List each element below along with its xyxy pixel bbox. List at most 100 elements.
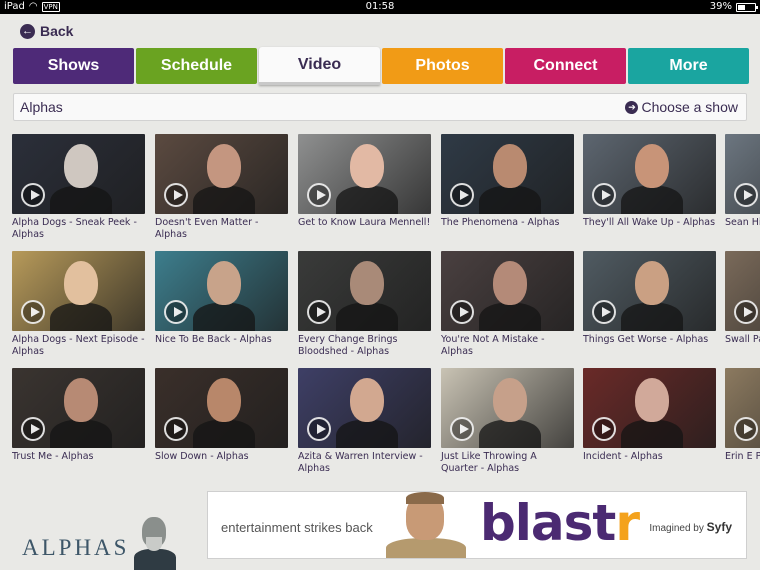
video-thumbnail [725, 368, 760, 448]
show-title: Alphas [20, 99, 63, 115]
video-item[interactable]: Incident - Alphas [583, 368, 716, 463]
video-thumbnail [441, 251, 574, 331]
video-thumbnail [583, 251, 716, 331]
play-icon[interactable] [734, 300, 758, 324]
play-icon[interactable] [592, 417, 616, 441]
video-title: Trust Me - Alphas [12, 451, 94, 462]
video-item[interactable]: Nice To Be Back - Alphas [155, 251, 288, 346]
tab-schedule[interactable]: Schedule [136, 48, 257, 84]
ad-brand-right: r [615, 494, 640, 552]
video-item[interactable]: Erin E Panel [725, 368, 760, 463]
video-title: They'll All Wake Up - Alphas [583, 217, 716, 228]
video-title: Azita & Warren Interview - Alphas [298, 451, 423, 474]
video-title: Slow Down - Alphas [155, 451, 249, 462]
play-icon[interactable] [21, 300, 45, 324]
video-thumbnail [298, 368, 431, 448]
play-icon[interactable] [734, 417, 758, 441]
play-icon[interactable] [21, 183, 45, 207]
video-title: Just Like Throwing A Quarter - Alphas [441, 451, 537, 474]
video-thumbnail [12, 134, 145, 214]
video-title: The Phenomena - Alphas [441, 217, 560, 228]
video-item[interactable]: You're Not A Mistake - Alphas [441, 251, 574, 358]
ad-banner[interactable]: entertainment strikes back blastr Imagin… [207, 491, 747, 559]
video-item[interactable]: They'll All Wake Up - Alphas [583, 134, 716, 229]
section-tabs: Shows Schedule Video Photos Connect More [13, 47, 751, 85]
video-title: Incident - Alphas [583, 451, 663, 462]
video-title: You're Not A Mistake - Alphas [441, 334, 545, 357]
play-icon[interactable] [307, 417, 331, 441]
video-title: Alpha Dogs - Sneak Peek - Alphas [12, 217, 137, 240]
play-icon[interactable] [21, 417, 45, 441]
video-title: Erin E Panel [725, 451, 760, 462]
video-title: Nice To Be Back - Alphas [155, 334, 272, 345]
video-thumbnail [583, 134, 716, 214]
battery-icon [736, 2, 758, 12]
ad-network: Syfy [706, 520, 732, 534]
video-title: Doesn't Even Matter - Alphas [155, 217, 259, 240]
show-logo-area: ALPHAS [0, 505, 200, 570]
video-item[interactable]: Trust Me - Alphas [12, 368, 145, 463]
play-icon[interactable] [164, 417, 188, 441]
ad-imagined-by: Imagined by Syfy [649, 520, 732, 534]
play-icon[interactable] [450, 300, 474, 324]
video-thumbnail [12, 251, 145, 331]
video-item[interactable]: Get to Know Laura Mennell! [298, 134, 431, 229]
video-item[interactable]: Just Like Throwing A Quarter - Alphas [441, 368, 574, 475]
video-thumbnail [298, 251, 431, 331]
play-icon[interactable] [592, 183, 616, 207]
play-icon[interactable] [450, 417, 474, 441]
tab-shows[interactable]: Shows [13, 48, 134, 84]
video-title: Get to Know Laura Mennell! [298, 217, 431, 228]
video-thumbnail [155, 251, 288, 331]
ad-tagline: entertainment strikes back [221, 520, 373, 535]
play-icon[interactable] [164, 183, 188, 207]
status-right: 39% [709, 0, 758, 14]
tab-more[interactable]: More [628, 48, 749, 84]
video-item[interactable]: Alpha Dogs - Sneak Peek - Alphas [12, 134, 145, 241]
tab-connect[interactable]: Connect [505, 48, 626, 84]
video-item[interactable]: Azita & Warren Interview - Alphas [298, 368, 431, 475]
video-item[interactable]: Every Change Brings Bloodshed - Alphas [298, 251, 431, 358]
video-thumbnail [155, 134, 288, 214]
play-icon[interactable] [734, 183, 758, 207]
video-thumbnail [12, 368, 145, 448]
video-grid: Alpha Dogs - Sneak Peek - Alphas Doesn't … [12, 134, 760, 479]
tab-video[interactable]: Video [259, 47, 380, 85]
play-icon[interactable] [450, 183, 474, 207]
ad-imagined-label: Imagined by [649, 523, 704, 534]
tab-photos[interactable]: Photos [382, 48, 503, 84]
video-title: Things Get Worse - Alphas [583, 334, 709, 345]
back-label: Back [40, 23, 74, 39]
play-icon[interactable] [592, 300, 616, 324]
ad-brand-logo: blastr [480, 494, 640, 552]
ad-image [386, 492, 466, 558]
video-title: Alpha Dogs - Next Episode - Alphas [12, 334, 145, 357]
choose-show-button[interactable]: ➔ Choose a show [625, 94, 738, 121]
play-icon[interactable] [307, 300, 331, 324]
video-item[interactable]: The Phenomena - Alphas [441, 134, 574, 229]
arrow-right-icon: ➔ [625, 101, 639, 114]
video-item[interactable]: Things Get Worse - Alphas [583, 251, 716, 346]
play-icon[interactable] [164, 300, 188, 324]
video-thumbnail [441, 368, 574, 448]
status-bar: iPad ◠ VPN 01:58 39% [0, 0, 760, 14]
video-item[interactable]: Slow Down - Alphas [155, 368, 288, 463]
show-logo: ALPHAS [22, 535, 130, 560]
video-title: Sean Highl [725, 217, 760, 228]
video-item[interactable]: Sean Highl [725, 134, 760, 229]
video-item[interactable]: Swall Panel [725, 251, 760, 346]
ad-brand-left: blast [480, 494, 616, 552]
character-image [134, 517, 176, 570]
battery-percent: 39% [709, 1, 732, 12]
video-item[interactable]: Doesn't Even Matter - Alphas [155, 134, 288, 241]
back-button[interactable]: ← Back [20, 23, 73, 39]
video-thumbnail [725, 134, 760, 214]
video-title: Swall Panel [725, 334, 760, 345]
video-thumbnail [298, 134, 431, 214]
choose-show-label: Choose a show [641, 99, 738, 115]
video-item[interactable]: Alpha Dogs - Next Episode - Alphas [12, 251, 145, 358]
show-title-bar: Alphas ➔ Choose a show [13, 93, 747, 121]
video-thumbnail [441, 134, 574, 214]
video-thumbnail [583, 368, 716, 448]
play-icon[interactable] [307, 183, 331, 207]
